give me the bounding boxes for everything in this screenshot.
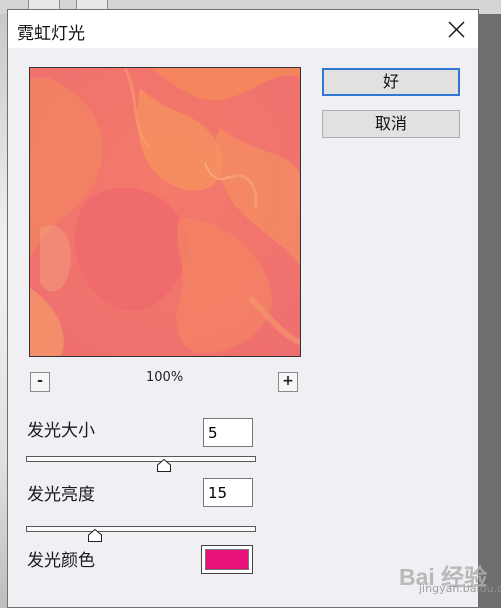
neon-glow-dialog: 霓虹灯光 好 取消 - 100% + 发光大小 5 发光亮度 15 发光颜色 B…: [7, 9, 501, 608]
zoom-level: 100%: [146, 370, 184, 385]
glow-color-label: 发光颜色: [27, 551, 95, 571]
close-button[interactable]: [440, 14, 472, 44]
watermark-url: jingyan.baidu.com: [419, 582, 501, 595]
zoom-out-button[interactable]: -: [30, 372, 50, 392]
glow-size-label: 发光大小: [27, 421, 95, 441]
glow-size-input[interactable]: 5: [203, 418, 253, 447]
cancel-button[interactable]: 取消: [322, 110, 460, 138]
dialog-title: 霓虹灯光: [17, 24, 85, 44]
slider-thumb-icon[interactable]: [88, 529, 102, 542]
glow-color-swatch[interactable]: [201, 545, 253, 574]
zoom-in-button[interactable]: +: [278, 372, 298, 392]
glow-color-fill: [205, 549, 249, 570]
glow-brightness-slider[interactable]: [26, 526, 256, 532]
filter-preview[interactable]: [29, 67, 301, 357]
screen: 霓虹灯光 好 取消 - 100% + 发光大小 5 发光亮度 15 发光颜色 B…: [0, 0, 501, 608]
slider-thumb-icon[interactable]: [157, 459, 171, 472]
glow-brightness-label: 发光亮度: [27, 485, 95, 505]
close-icon: [448, 21, 465, 38]
watermark: Bai 经验 jingyan.baidu.com: [391, 558, 501, 608]
dialog-titlebar: 霓虹灯光: [8, 10, 478, 48]
ok-button[interactable]: 好: [322, 68, 460, 96]
preview-image: [30, 68, 300, 356]
glow-size-slider[interactable]: [26, 456, 256, 462]
glow-brightness-input[interactable]: 15: [203, 478, 253, 507]
